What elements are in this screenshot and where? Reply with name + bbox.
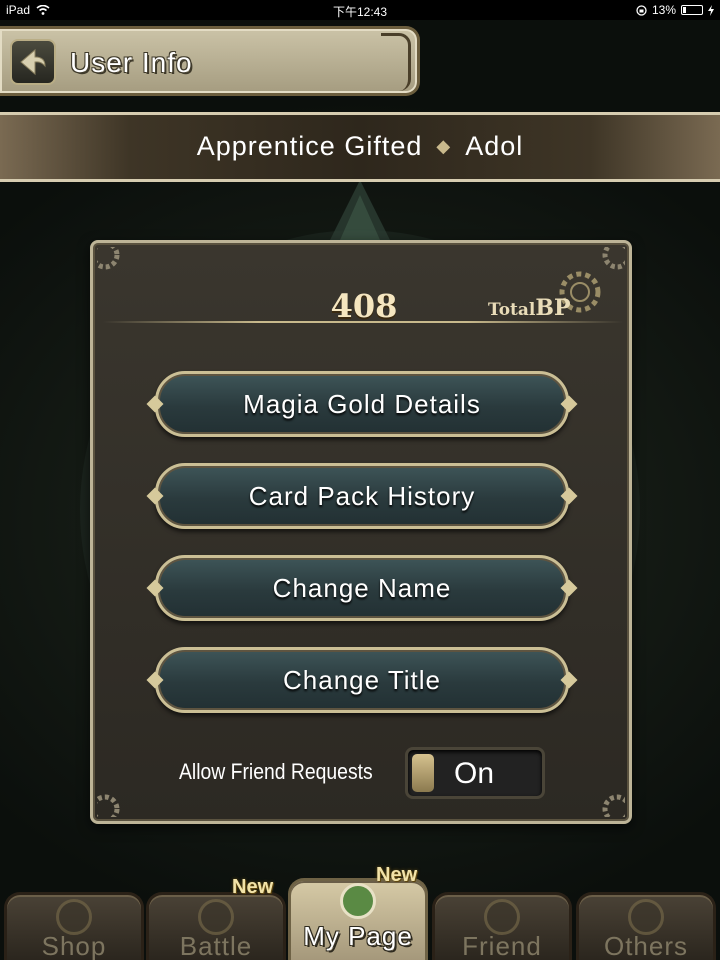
total-bp-label-suffix: BP [535, 295, 571, 321]
friend-requests-row: Allow Friend Requests On [93, 743, 635, 799]
page-title: User Info [70, 47, 193, 78]
player-title: Apprentice Gifted [196, 131, 423, 161]
tab-others[interactable]: Others [576, 892, 716, 960]
change-title-button[interactable]: Change Title [146, 647, 578, 713]
card-pack-history-button[interactable]: Card Pack History [146, 463, 578, 529]
menu-button-label: Change Name [272, 572, 452, 603]
header-bar: User Info [0, 26, 420, 96]
coin-icon [56, 899, 92, 935]
battery-percent: 13% [651, 3, 676, 17]
sword-icon [198, 899, 234, 935]
arrow-left-icon [20, 48, 46, 76]
bottom-tab-bar: Shop Battle My Page Friend Others New Ne… [0, 864, 720, 960]
toggle-state-text: On [454, 757, 495, 790]
tab-my-page[interactable]: My Page [288, 878, 428, 960]
tab-label: Shop [41, 931, 107, 960]
change-name-button[interactable]: Change Name [146, 555, 578, 621]
toggle-knob[interactable] [412, 754, 434, 792]
menu-button-label: Magia Gold Details [243, 388, 481, 419]
back-button[interactable] [10, 39, 56, 85]
tab-label: Others [603, 931, 689, 960]
charging-icon [708, 4, 714, 16]
help-icon [628, 899, 664, 935]
tab-shop[interactable]: Shop [4, 892, 144, 960]
user-icon [340, 883, 376, 919]
friend-requests-toggle[interactable]: On [405, 747, 545, 799]
friend-requests-label: Allow Friend Requests [179, 759, 373, 784]
clock: 下午12:43 [332, 5, 388, 19]
diamond-separator-icon: ◆ [436, 136, 452, 156]
tab-friend[interactable]: Friend [432, 892, 572, 960]
battery-icon [681, 5, 703, 15]
tab-label: Friend [462, 931, 542, 960]
magia-gold-details-button[interactable]: Magia Gold Details [146, 371, 578, 437]
tab-battle[interactable]: Battle [146, 892, 286, 960]
menu-button-label: Change Title [283, 664, 441, 695]
player-title-banner: Apprentice Gifted ◆ Adol [0, 112, 720, 182]
gear-corner-icon [97, 247, 120, 270]
orientation-lock-icon [636, 4, 647, 16]
tree-emblem-icon [330, 180, 390, 240]
friends-icon [484, 899, 520, 935]
divider [103, 321, 623, 323]
tab-label: My Page [303, 921, 413, 951]
user-info-panel: 408 TotalBP Magia Gold Details Card Pack… [90, 240, 632, 824]
tab-label: Battle [179, 931, 253, 960]
new-badge: New [376, 864, 418, 886]
total-bp-label: TotalBP [488, 295, 571, 321]
player-name: Adol [465, 131, 524, 161]
header-ornament [381, 33, 411, 91]
new-badge: New [232, 876, 274, 898]
total-bp-label-prefix: Total [488, 300, 536, 320]
menu-button-label: Card Pack History [248, 480, 476, 511]
status-bar: iPad 下午12:43 13% [0, 0, 720, 20]
